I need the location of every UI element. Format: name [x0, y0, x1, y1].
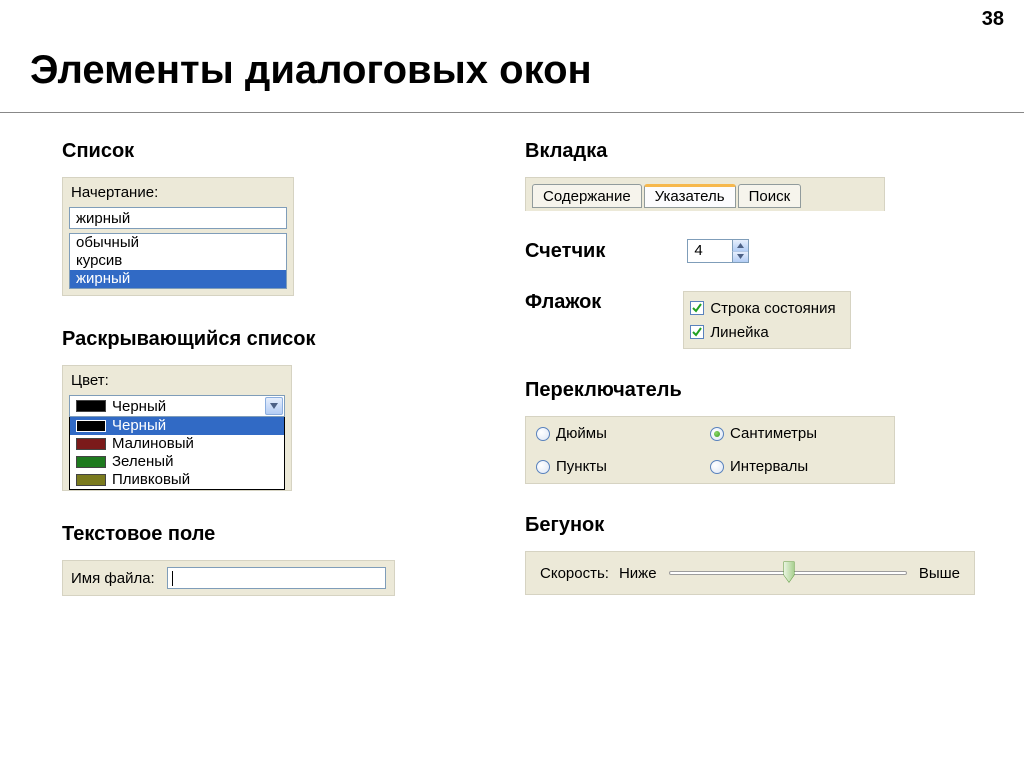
radio-unchecked-icon[interactable] — [536, 460, 550, 474]
dropdown-item-selected[interactable]: Черный — [70, 417, 284, 435]
dropdown-widget: Цвет: Черный Черный Малиновый Зеленый — [62, 365, 292, 491]
dropdown-item-label: Черный — [112, 417, 166, 435]
listbox-items[interactable]: обычный курсив жирный — [69, 233, 287, 289]
spinner-widget[interactable]: 4 — [687, 239, 749, 263]
spinner-value[interactable]: 4 — [688, 240, 732, 262]
checkbox-item[interactable]: Линейка — [690, 320, 835, 344]
radio-checked-icon[interactable] — [710, 427, 724, 441]
color-swatch — [76, 456, 106, 468]
dropdown-caption: Цвет: — [71, 372, 283, 389]
title-underline — [0, 112, 1024, 113]
radio-unchecked-icon[interactable] — [536, 427, 550, 441]
section-tabs-label: Вкладка — [525, 140, 995, 163]
textbox-field[interactable] — [167, 567, 386, 589]
slider-track[interactable] — [669, 562, 907, 584]
color-swatch — [76, 438, 106, 450]
chevron-down-icon[interactable] — [265, 397, 283, 415]
radio-item[interactable]: Дюймы — [536, 425, 710, 442]
checkbox-group: Строка состояния Линейка — [683, 291, 850, 349]
section-radio-label: Переключатель — [525, 379, 995, 402]
listbox-item[interactable]: обычный — [70, 234, 286, 252]
checkbox-item[interactable]: Строка состояния — [690, 296, 835, 320]
radio-label: Дюймы — [556, 425, 607, 442]
slider-min-label: Ниже — [619, 565, 657, 582]
tab-item[interactable]: Поиск — [738, 184, 802, 208]
color-swatch — [76, 420, 106, 432]
page-number: 38 — [982, 8, 1004, 31]
color-swatch — [76, 400, 106, 412]
listbox-textfield[interactable]: жирный — [69, 207, 287, 229]
section-listbox-label: Список — [62, 140, 442, 163]
section-checkbox-label: Флажок — [525, 291, 601, 314]
listbox-widget: Начертание: жирный обычный курсив жирный — [62, 177, 294, 296]
radio-label: Интервалы — [730, 458, 808, 475]
radio-unchecked-icon[interactable] — [710, 460, 724, 474]
dropdown-item-label: Пливковый — [112, 471, 190, 489]
radio-label: Сантиметры — [730, 425, 817, 442]
checkbox-label: Линейка — [710, 324, 768, 341]
slider-caption: Скорость: — [540, 565, 609, 582]
section-counter-label: Счетчик — [525, 240, 605, 263]
spinner-down-icon[interactable] — [732, 252, 748, 263]
dropdown-field[interactable]: Черный — [69, 395, 285, 417]
checkbox-checked-icon[interactable] — [690, 301, 704, 315]
textbox-label: Имя файла: — [71, 570, 155, 587]
dropdown-item[interactable]: Пливковый — [70, 471, 284, 489]
section-dropdown-label: Раскрывающийся список — [62, 328, 442, 351]
radio-label: Пункты — [556, 458, 607, 475]
spinner-up-icon[interactable] — [732, 240, 748, 252]
page-title: Элементы диалоговых окон — [30, 48, 592, 93]
checkbox-checked-icon[interactable] — [690, 325, 704, 339]
dropdown-item[interactable]: Малиновый — [70, 435, 284, 453]
section-slider-label: Бегунок — [525, 514, 995, 537]
slider-max-label: Выше — [919, 565, 960, 582]
tabs-widget: Содержание Указатель Поиск — [525, 177, 885, 211]
listbox-item-selected[interactable]: жирный — [70, 270, 286, 288]
tab-item[interactable]: Содержание — [532, 184, 642, 208]
radio-item[interactable]: Сантиметры — [710, 425, 884, 442]
dropdown-item[interactable]: Зеленый — [70, 453, 284, 471]
listbox-caption: Начертание: — [71, 184, 285, 201]
slider-thumb-icon[interactable] — [783, 561, 795, 583]
color-swatch — [76, 474, 106, 486]
radio-item[interactable]: Интервалы — [710, 458, 884, 475]
listbox-item[interactable]: курсив — [70, 252, 286, 270]
checkbox-label: Строка состояния — [710, 300, 835, 317]
slider-widget: Скорость: Ниже — [525, 551, 975, 595]
tab-item-active[interactable]: Указатель — [644, 184, 736, 208]
section-textbox-label: Текстовое поле — [62, 523, 442, 546]
dropdown-item-label: Зеленый — [112, 453, 173, 471]
radio-item[interactable]: Пункты — [536, 458, 710, 475]
dropdown-selected-label: Черный — [112, 398, 264, 415]
text-cursor — [172, 571, 173, 586]
dropdown-item-label: Малиновый — [112, 435, 194, 453]
textbox-widget: Имя файла: — [62, 560, 395, 596]
dropdown-list[interactable]: Черный Малиновый Зеленый Пливковый — [69, 417, 285, 490]
radio-group: Дюймы Сантиметры Пункты Интервалы — [525, 416, 895, 484]
